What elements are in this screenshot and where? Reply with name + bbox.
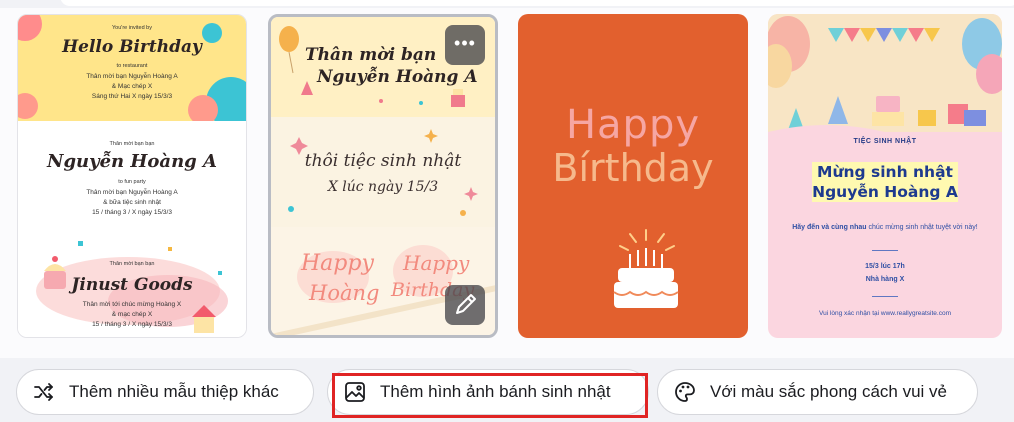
card1-section-hello: You're invited by Hello Birthday to rest… (18, 15, 246, 127)
card1-section-name: Thân mời bạn bạn Nguyễn Hoàng A to fun p… (18, 121, 246, 231)
suggestion-cake-images[interactable]: Thêm hình ảnh bánh sinh nhật (327, 369, 649, 415)
divider (872, 296, 898, 297)
suggestion-bar: Thêm nhiều mẫu thiệp khác Thêm hình ảnh … (0, 358, 1014, 422)
template-card-4[interactable]: TIỆC SINH NHẬT Mừng sinh nhật Nguyễn Hoà… (768, 14, 1002, 338)
card4-info: 15/3 lúc 17h Nhà hàng X (768, 260, 1002, 286)
card4-title-line2: Nguyễn Hoàng A (812, 183, 958, 201)
card2-heading2: Nguyễn Hoàng A (317, 67, 478, 87)
pencil-icon (456, 294, 476, 314)
card2-line2: X lúc ngày 15/3 (327, 179, 439, 195)
card1-section-goods: Thân mời bạn bạn Jinust Goods Thân mời t… (18, 231, 246, 337)
card1-line: & Mạc chép X (111, 83, 153, 90)
card2-body: thôi tiệc sinh nhật X lúc ngày 15/3 (271, 117, 495, 227)
card1-goods-title: Jinust Goods (71, 275, 193, 295)
card1-name-title: Nguyễn Hoàng A (47, 151, 217, 172)
card1-line: & bữa tiệc sinh nhật (103, 199, 161, 206)
more-icon: ••• (454, 33, 476, 53)
cake-icon (613, 229, 679, 308)
card1-line: Thân mời bạn Nguyễn Hoàng A (86, 73, 178, 80)
card1-venue: to restaurant (116, 63, 148, 69)
suggestion-more-templates[interactable]: Thêm nhiều mẫu thiệp khác (16, 369, 314, 415)
card1-line: & mạc chép X (111, 311, 153, 318)
sparkle-decor (288, 129, 478, 216)
suggestion-label: Thêm hình ảnh bánh sinh nhật (380, 382, 611, 401)
card3-happy: Happy (565, 102, 701, 148)
card4-sub-rest: chúc mừng sinh nhật tuyệt vời này! (866, 224, 978, 231)
edit-button[interactable] (445, 285, 485, 325)
card4-title-line1: Mừng sinh nhật (817, 163, 953, 181)
card4-footer: Vui lòng xác nhận tại www.reallygreatsit… (819, 310, 951, 317)
suggestion-label: Với màu sắc phong cách vui vẻ (710, 382, 947, 401)
card1-line: Sáng thứ Hai X ngày 15/3/3 (91, 93, 173, 100)
card3-birthday: Bírthday (552, 146, 714, 190)
card1-line: 15 / tháng 3 / X ngày 15/3/3 (92, 209, 172, 216)
template-card-3[interactable]: Happy Bírthday (518, 14, 748, 338)
card4-time: 15/3 lúc 17h (865, 263, 905, 270)
card1-line: Thân mời bạn Nguyễn Hoàng A (86, 189, 178, 196)
card4-subtitle: Hãy đến và cùng nhau chúc mừng sinh nhật… (768, 224, 1002, 231)
card2-right-happy: Happy (403, 251, 470, 275)
card2-left-happy: Happy (301, 251, 374, 276)
image-icon (345, 382, 365, 402)
card1-invited: Thân mời bạn bạn (109, 141, 155, 147)
card1-line: Thân mời tới chúc mừng Hoàng X (82, 301, 182, 308)
card2-line1: thôi tiệc sinh nhật (304, 151, 462, 171)
card4-title: Mừng sinh nhật Nguyễn Hoàng A (812, 162, 958, 202)
card1-invited: Thân mời bạn bạn (109, 261, 155, 267)
card4-sub-strong: Hãy đến và cùng nhau (792, 224, 867, 231)
suggestion-label: Thêm nhiều mẫu thiệp khác (69, 382, 279, 401)
card1-venue: to fun party (118, 179, 146, 185)
suggestion-fun-colors[interactable]: Với màu sắc phong cách vui vẻ (657, 369, 978, 415)
divider (872, 250, 898, 251)
template-gallery: You're invited by Hello Birthday to rest… (0, 8, 1014, 358)
shuffle-icon (34, 383, 53, 401)
card1-invited: You're invited by (112, 25, 152, 31)
input-edge (60, 0, 1014, 6)
more-options-button[interactable]: ••• (445, 25, 485, 65)
card2-left-name: Hoàng (309, 281, 380, 305)
card4-label: TIỆC SINH NHẬT (853, 138, 917, 145)
card1-hello-title: Hello Birthday (62, 37, 202, 57)
template-card-2[interactable]: Thân mời bạn Nguyễn Hoàng A thôi tiệc si… (268, 14, 498, 338)
page: You're invited by Hello Birthday to rest… (0, 0, 1014, 422)
card4-party-header (768, 14, 1002, 144)
template-card-1[interactable]: You're invited by Hello Birthday to rest… (17, 14, 247, 338)
palette-icon (675, 382, 695, 402)
card1-line: 15 / tháng 3 / X ngày 15/3/3 (92, 321, 172, 328)
top-bar (0, 0, 1014, 8)
card2-heading1: Thân mời bạn (305, 45, 437, 65)
card4-place: Nhà hàng X (865, 276, 905, 283)
